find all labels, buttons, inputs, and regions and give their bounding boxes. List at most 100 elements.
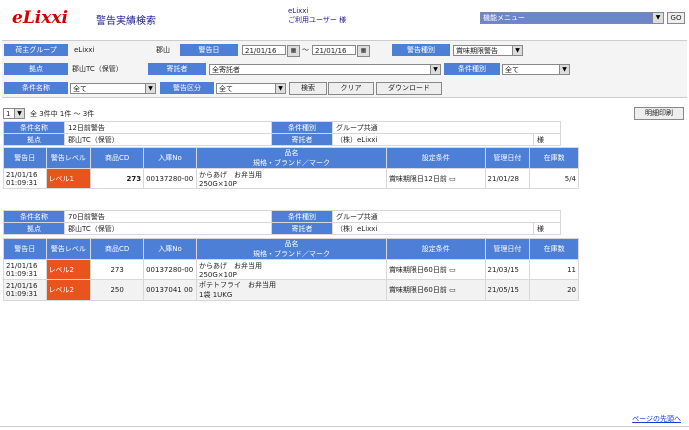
table-row[interactable]: 21/01/16 01:09:31 レベル1 273 00137280-00 から…	[3, 168, 579, 189]
function-menu-select[interactable]: 機能メニュー ▼	[480, 12, 664, 24]
consignor-value: 全寄託者	[212, 66, 240, 74]
clear-button[interactable]: クリア	[328, 82, 374, 95]
search-button[interactable]: 検索	[289, 82, 327, 95]
col-name: 品名 規格・ブランド／マーク	[196, 147, 387, 169]
memo-icon[interactable]: ▭	[449, 175, 456, 183]
cond-name-label: 条件名称	[3, 121, 65, 134]
cell-name: からあげ お弁当用 250G×10P	[196, 168, 387, 189]
cell-no: 00137280-00	[143, 259, 198, 280]
cond-name-select[interactable]: 全て ▼	[70, 83, 156, 94]
col-cond: 設定条件	[385, 238, 486, 260]
base-label: 拠点	[3, 222, 65, 235]
consignor-select[interactable]: 全寄託者 ▼	[209, 64, 441, 75]
date-from-input[interactable]: 21/01/16	[242, 45, 286, 55]
app-logo: eLixxi	[12, 8, 68, 28]
cell-stock: 5/4	[529, 168, 579, 189]
row-name2: 250G×10P	[199, 179, 237, 188]
cell-level: レベル2	[45, 279, 92, 301]
back-to-top-link[interactable]: ページの先頭へ	[632, 414, 681, 424]
page-title: 警告実績検索	[96, 16, 156, 27]
cell-no: 00137280-00	[143, 168, 198, 189]
memo-icon[interactable]: ▭	[449, 286, 456, 294]
shipper-group-label: 荷主グループ	[4, 44, 68, 56]
chevron-down-icon: ▼	[512, 46, 522, 55]
cond-type-value: グループ共通	[332, 121, 561, 134]
warning-type-label: 警告種別	[392, 44, 450, 56]
cell-stock: 11	[529, 259, 579, 280]
cond-type-select[interactable]: 全て ▼	[502, 64, 570, 75]
col-stock: 在庫数	[529, 238, 579, 260]
cell-no: 00137041 00	[143, 279, 198, 301]
consignor-label: 寄託者	[271, 133, 333, 146]
memo-icon[interactable]: ▭	[449, 266, 456, 274]
results-table: 警告日 警告レベル 商品CD 入庫No 品名 規格・ブランド／マーク 設定条件 管…	[3, 147, 579, 189]
row-cond: 賞味期限日60日前	[388, 265, 447, 274]
col-no: 入庫No	[143, 147, 198, 169]
print-detail-button[interactable]: 明細印刷	[634, 107, 684, 120]
consignor-value: （株）eLixxi	[332, 133, 534, 146]
cell-date: 21/01/16 01:09:31	[3, 279, 47, 301]
warning-type-value: 賞味期限警告	[456, 47, 498, 55]
col-mdate: 管理日付	[484, 238, 531, 260]
results-table: 警告日 警告レベル 商品CD 入庫No 品名 規格・ブランド／マーク 設定条件 管…	[3, 238, 579, 301]
col-code: 商品CD	[90, 238, 145, 260]
user-info: eLixxi ご利用ユーザー 様	[288, 7, 346, 25]
row-date: 21/01/16	[6, 282, 38, 290]
chevron-down-icon: ▼	[559, 65, 569, 74]
col-name-b: 規格・ブランド／マーク	[252, 159, 330, 167]
cell-mdate: 21/03/15	[484, 259, 531, 280]
download-button[interactable]: ダウンロード	[376, 82, 442, 95]
cell-level: レベル2	[45, 259, 92, 280]
col-level: 警告レベル	[45, 238, 92, 260]
row-date: 21/01/16	[6, 261, 38, 270]
calendar-icon[interactable]: ▦	[357, 45, 370, 57]
user-company: eLixxi	[288, 7, 309, 15]
warn-class-select[interactable]: 全て ▼	[216, 83, 286, 94]
row-name2: 250G×10P	[199, 270, 237, 279]
go-button[interactable]: GO	[667, 12, 685, 24]
chevron-down-icon: ▼	[145, 84, 155, 93]
base-label: 拠点	[3, 133, 65, 146]
chevron-down-icon: ▼	[430, 65, 440, 74]
chevron-down-icon: ▼	[14, 109, 24, 118]
row-date: 21/01/16	[6, 170, 38, 179]
row-time: 01:09:31	[6, 290, 38, 298]
chevron-down-icon: ▼	[652, 13, 663, 23]
cond-name-value: 12日前警告	[64, 121, 272, 134]
warning-date-label: 警告日	[180, 44, 238, 56]
row-name2: 1袋 1UKG	[199, 291, 233, 299]
cell-cond: 賞味期限日12日前 ▭	[385, 168, 486, 189]
cond-name-value: 全て	[73, 85, 87, 93]
table-row[interactable]: 21/01/16 01:09:31 レベル2 273 00137280-00 から…	[3, 259, 579, 280]
cond-type-value: グループ共通	[332, 210, 561, 223]
col-date: 警告日	[3, 238, 47, 260]
cond-name-label: 条件名称	[3, 210, 65, 223]
base-label: 拠点	[4, 63, 68, 75]
footer-divider	[0, 426, 689, 427]
shipper-group-value: eLixxi	[74, 46, 95, 54]
date-separator: ～	[302, 46, 309, 54]
cell-date: 21/01/16 01:09:31	[3, 168, 47, 189]
cond-name-value: 70日前警告	[64, 210, 272, 223]
row-time: 01:09:31	[6, 178, 38, 187]
row-time: 01:09:31	[6, 269, 38, 278]
warning-type-select[interactable]: 賞味期限警告 ▼	[453, 45, 523, 56]
row-cond: 賞味期限日60日前	[388, 286, 447, 294]
base-value: 郡山TC（保管）	[64, 222, 272, 235]
date-to-input[interactable]: 21/01/16	[312, 45, 356, 55]
page-select[interactable]: 1 ▼	[3, 108, 25, 119]
col-level: 警告レベル	[45, 147, 92, 169]
col-code: 商品CD	[90, 147, 145, 169]
cell-stock: 20	[529, 279, 579, 301]
cond-type-label: 条件種別	[271, 210, 333, 223]
table-row[interactable]: 21/01/16 01:09:31 レベル2 250 00137041 00 ポテ…	[3, 279, 579, 301]
row-name1: からあげ お弁当用	[199, 170, 263, 179]
warn-class-value: 全て	[219, 85, 233, 93]
result-summary: 全 3件中 1件 ～ 3件	[30, 110, 95, 118]
cell-code: 250	[90, 279, 145, 301]
group-info-table: 条件名称 12日前警告 条件種別 グループ共通 拠点 郡山TC（保管） 寄託者 …	[3, 121, 561, 146]
cell-cond: 賞味期限日60日前 ▭	[385, 279, 486, 301]
base-value: 郡山TC（保管）	[64, 133, 272, 146]
cell-code: 273	[90, 259, 145, 280]
calendar-icon[interactable]: ▦	[287, 45, 300, 57]
